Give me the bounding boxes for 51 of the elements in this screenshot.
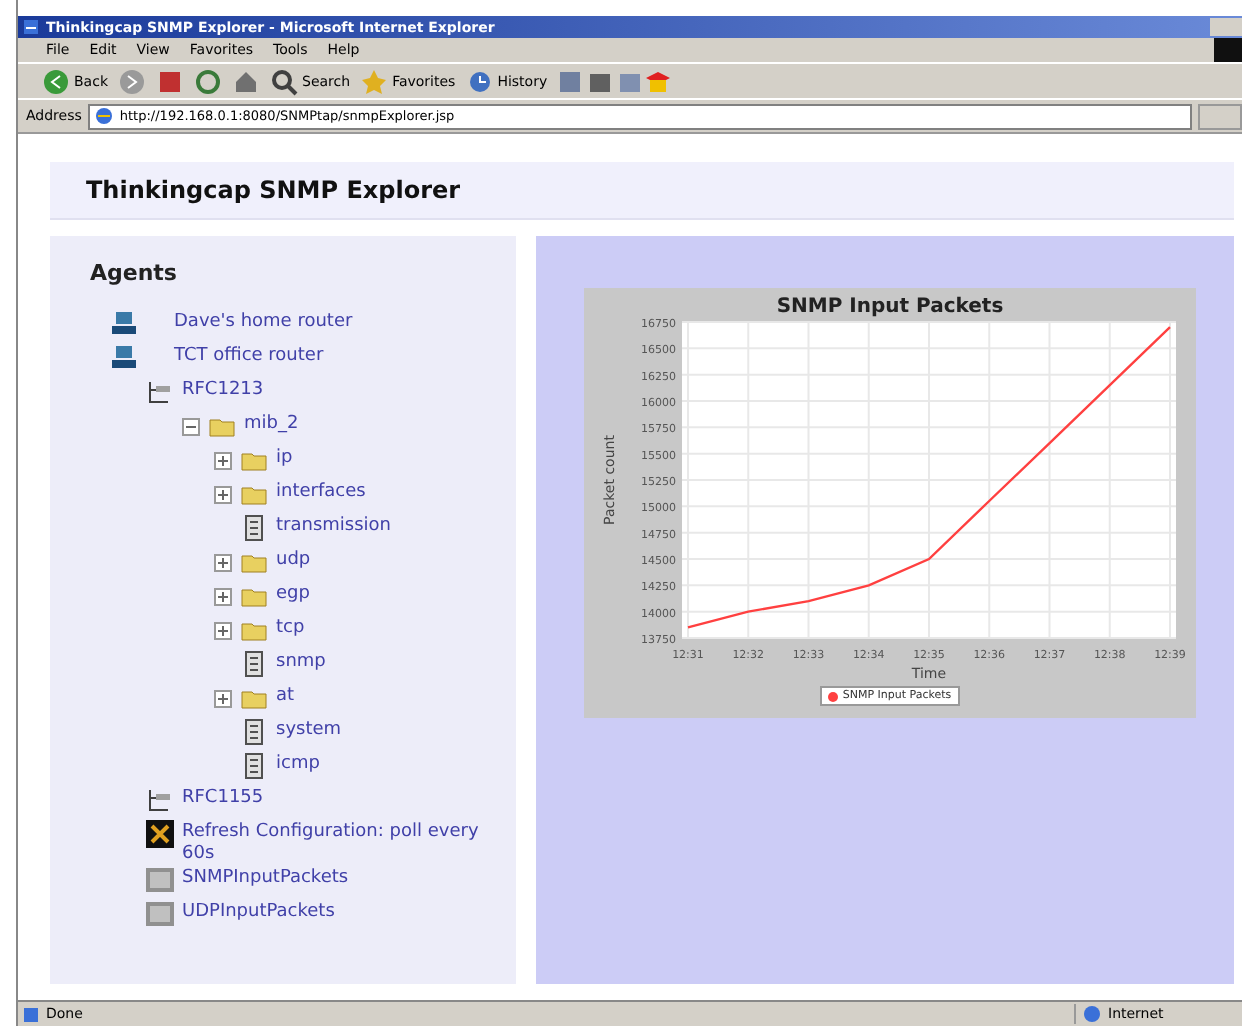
tools-icon (146, 820, 174, 848)
browser-icon (22, 18, 40, 36)
page-icon (93, 106, 114, 126)
document-icon (240, 752, 268, 780)
tree-branch-icon (146, 378, 174, 406)
document-icon (240, 514, 268, 542)
tree-item[interactable]: interfaces (276, 480, 366, 504)
tree-item[interactable]: system (276, 718, 342, 742)
expand-icon[interactable] (214, 622, 232, 640)
computer-icon (110, 310, 138, 338)
tree-item[interactable]: at (276, 684, 295, 708)
logo-icon (1214, 38, 1242, 62)
document-icon (240, 650, 268, 678)
tree-item[interactable]: TCT office router (174, 344, 324, 368)
tree-item[interactable]: snmp (276, 650, 326, 674)
tree-item[interactable]: RFC1155 (182, 786, 264, 810)
tree-item[interactable]: udp (276, 548, 311, 572)
tree-item[interactable]: UDPInputPackets (182, 900, 335, 924)
tree-item[interactable]: tcp (276, 616, 305, 640)
expand-icon[interactable] (214, 486, 232, 504)
agents-heading: Agents (88, 260, 179, 286)
expand-icon[interactable] (214, 452, 232, 470)
expand-icon[interactable] (214, 554, 232, 572)
computer-icon (110, 344, 138, 372)
page-title: Thinkingcap SNMP Explorer (86, 176, 461, 204)
tree-item[interactable]: icmp (276, 752, 320, 776)
forward-button[interactable] (118, 67, 146, 95)
refresh-icon (194, 67, 222, 95)
image-icon (146, 900, 174, 928)
tree-item[interactable]: ip (276, 446, 293, 470)
expand-icon[interactable] (214, 690, 232, 708)
image-icon (146, 866, 174, 894)
chart-title: SNMP Input Packets (776, 296, 1004, 318)
search-icon (270, 67, 298, 95)
collapse-icon[interactable] (182, 418, 200, 436)
star-icon (360, 67, 389, 95)
refresh-button[interactable] (194, 67, 222, 95)
page-icon (22, 1005, 40, 1023)
tree-item[interactable]: Dave's home router (174, 310, 353, 334)
expand-icon[interactable] (214, 588, 232, 606)
document-icon (240, 718, 268, 746)
stop-button[interactable] (156, 67, 184, 95)
tree-item[interactable]: SNMPInputPackets (182, 866, 349, 890)
tree-item[interactable]: Refresh Configuration: poll every 60s (182, 820, 482, 866)
tree-item[interactable]: mib_2 (244, 412, 299, 436)
globe-icon (1082, 1004, 1102, 1024)
tree-item[interactable]: RFC1213 (182, 378, 264, 402)
tree-item[interactable]: transmission (276, 514, 391, 538)
stop-icon (156, 67, 184, 95)
tree-item[interactable]: egp (276, 582, 310, 606)
tree-branch-icon (146, 786, 174, 814)
